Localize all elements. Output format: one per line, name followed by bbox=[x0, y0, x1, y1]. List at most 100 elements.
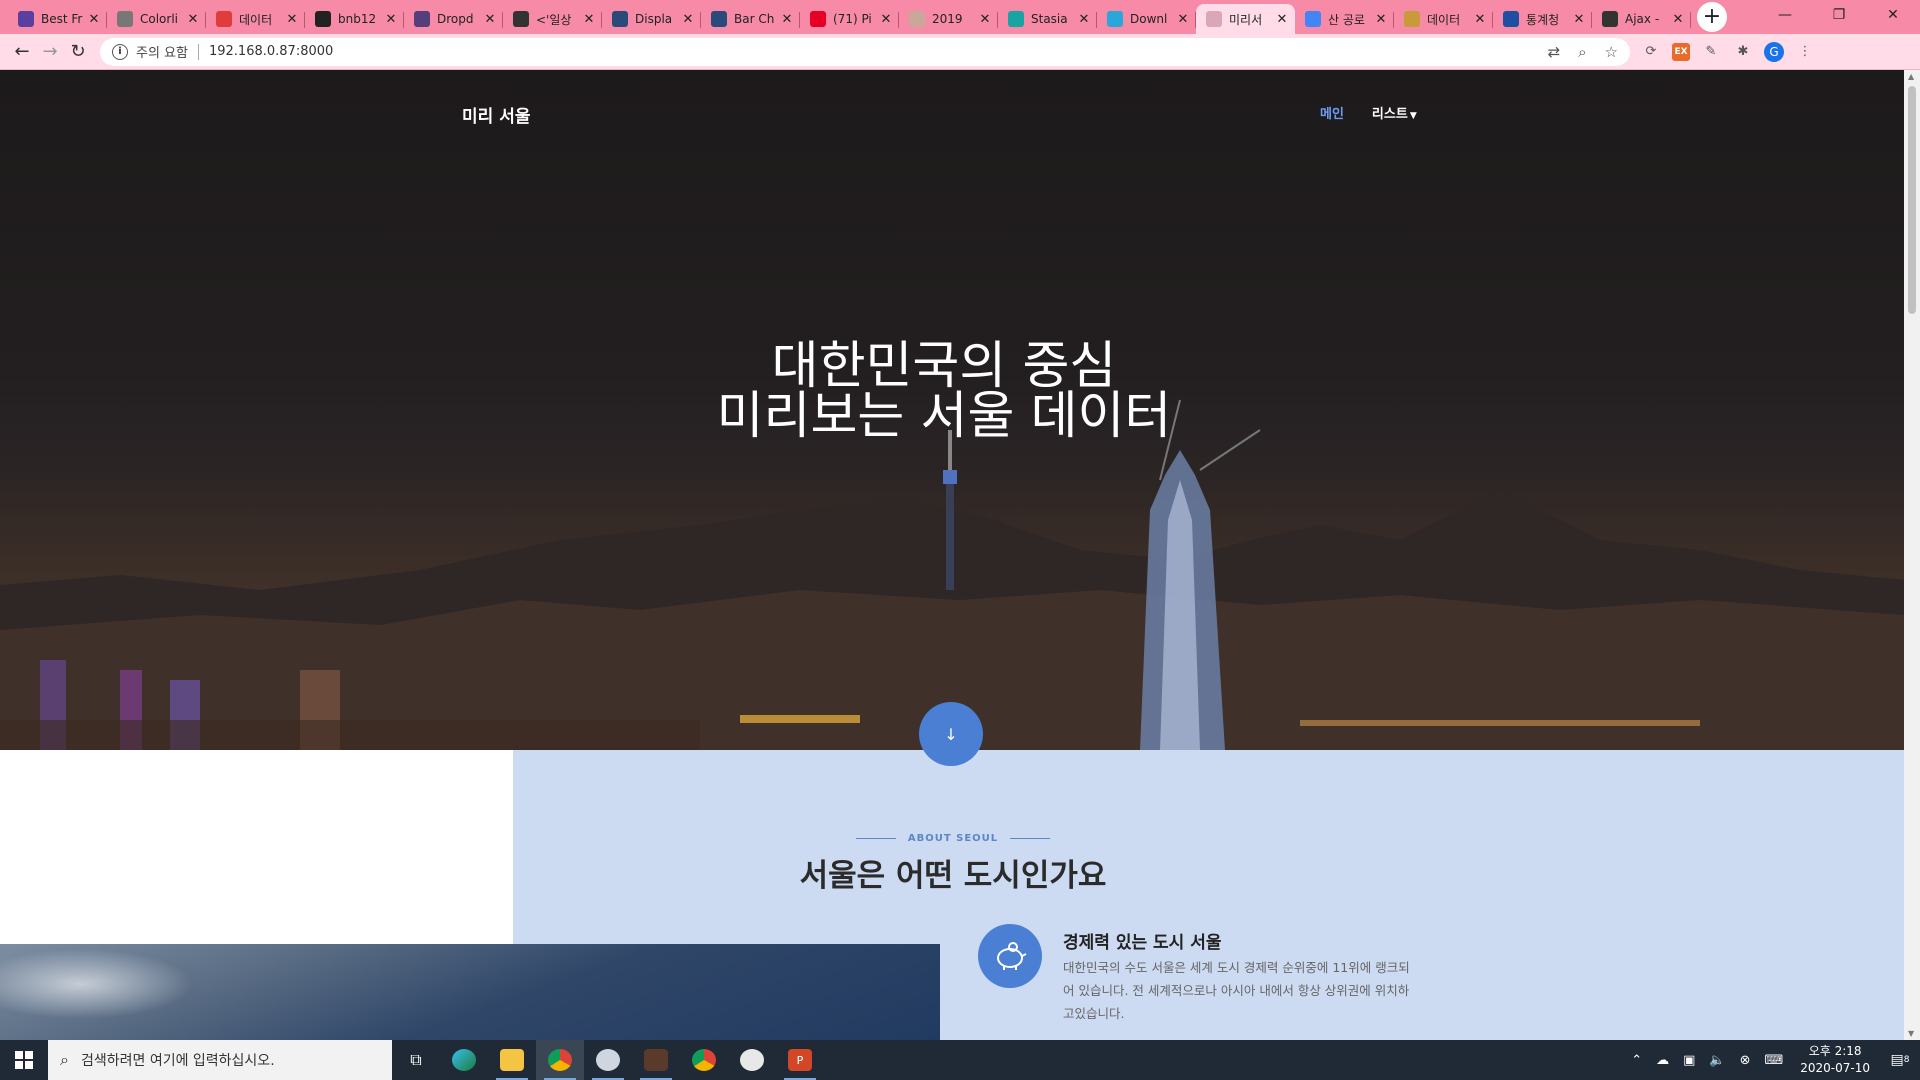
close-tab-icon[interactable]: ✕ bbox=[780, 12, 794, 27]
minimize-icon[interactable]: — bbox=[1758, 0, 1812, 30]
menu-kebab-icon[interactable]: ⋮ bbox=[1794, 41, 1816, 63]
browser-tab[interactable]: Best Fr ✕ bbox=[8, 4, 107, 34]
browser-tab[interactable]: Displa ✕ bbox=[602, 4, 701, 34]
close-tab-icon[interactable]: ✕ bbox=[1275, 12, 1289, 27]
taskbar-search[interactable]: ⌕ 검색하려면 여기에 입력하십시오. bbox=[48, 1040, 392, 1080]
bookmark-star-icon[interactable]: ☆ bbox=[1605, 43, 1618, 61]
browser-tab[interactable]: Dropd ✕ bbox=[404, 4, 503, 34]
onedrive-icon[interactable]: ☁ bbox=[1656, 1053, 1669, 1068]
scroll-up-icon[interactable]: ▲ bbox=[1908, 72, 1914, 81]
close-tab-icon[interactable]: ✕ bbox=[1077, 12, 1091, 27]
browser-tab[interactable]: bnb12 ✕ bbox=[305, 4, 404, 34]
close-tab-icon[interactable]: ✕ bbox=[1572, 12, 1586, 27]
scrollbar-thumb[interactable] bbox=[1908, 86, 1916, 314]
about-title: 서울은 어떤 도시인가요 bbox=[799, 858, 1107, 894]
globe-icon bbox=[1008, 11, 1024, 27]
tab-list: Best Fr ✕ Colorli ✕ 데이터 ✕ bnb12 ✕ Dropd ✕ <'일상 ✕ Dis… bbox=[8, 4, 1691, 34]
site-brand[interactable]: 미리 서울 bbox=[462, 102, 530, 127]
wikipedia-icon bbox=[1602, 11, 1618, 27]
close-tab-icon[interactable]: ✕ bbox=[879, 12, 893, 27]
close-tab-icon[interactable]: ✕ bbox=[1671, 12, 1685, 27]
close-tab-icon[interactable]: ✕ bbox=[285, 12, 299, 27]
browser-tab[interactable]: (71) Pi ✕ bbox=[800, 4, 899, 34]
browser-tab[interactable]: 데이터 ✕ bbox=[206, 4, 305, 34]
browser-tab[interactable]: 산 공로 ✕ bbox=[1295, 4, 1394, 34]
feature-text: 대한민국의 수도 서울은 세계 도시 경제력 순위중에 11위에 랭크되어 있습… bbox=[1063, 960, 1410, 1021]
new-tab-button[interactable]: + bbox=[1697, 2, 1727, 32]
address-bar[interactable]: i 주의 요함 192.168.0.87:8000 ⇄ ⌕ ☆ bbox=[100, 37, 1630, 66]
browser-tab[interactable]: Downl ✕ bbox=[1097, 4, 1196, 34]
korea-icon bbox=[1503, 11, 1519, 27]
browser-tab[interactable]: Bar Ch ✕ bbox=[701, 4, 800, 34]
translate-icon[interactable]: ⇄ bbox=[1548, 43, 1561, 61]
windows-start-icon[interactable] bbox=[0, 1040, 48, 1080]
taskbar-search-placeholder: 검색하려면 여기에 입력하십시오. bbox=[80, 1053, 275, 1069]
about-eyebrow: ABOUT SEOUL bbox=[513, 833, 1393, 844]
restore-icon[interactable]: ❐ bbox=[1812, 0, 1866, 30]
file-explorer-icon[interactable] bbox=[488, 1040, 536, 1080]
bootstrap-icon bbox=[414, 11, 430, 27]
close-tab-icon[interactable]: ✕ bbox=[978, 12, 992, 27]
network-icon[interactable]: ▣ bbox=[1683, 1053, 1695, 1068]
profile-avatar[interactable]: G bbox=[1764, 41, 1784, 62]
feature-title: 경제력 있는 도시 서울 bbox=[1063, 933, 1222, 953]
edge-icon[interactable] bbox=[440, 1040, 488, 1080]
page-scrollbar[interactable]: ▲ ▼ bbox=[1904, 70, 1920, 1040]
back-icon[interactable]: ← bbox=[8, 38, 36, 66]
game-app-icon[interactable] bbox=[632, 1040, 680, 1080]
close-tab-icon[interactable]: ✕ bbox=[1473, 12, 1487, 27]
tab-title: Stasia bbox=[1031, 12, 1068, 26]
powerpoint-icon[interactable]: P bbox=[776, 1040, 824, 1080]
chart-icon bbox=[711, 11, 727, 27]
reload-icon[interactable]: ↻ bbox=[64, 38, 92, 66]
close-window-icon[interactable]: ✕ bbox=[1866, 0, 1920, 30]
app-icon[interactable] bbox=[584, 1040, 632, 1080]
close-tab-icon[interactable]: ✕ bbox=[681, 12, 695, 27]
browser-tab[interactable]: 통계청 ✕ bbox=[1493, 4, 1592, 34]
photos-icon[interactable] bbox=[728, 1040, 776, 1080]
browser-tab[interactable]: Ajax - ✕ bbox=[1592, 4, 1691, 34]
search-icon: ⌕ bbox=[60, 1050, 69, 1069]
browser-tab[interactable]: 데이터 ✕ bbox=[1394, 4, 1493, 34]
google-icon bbox=[1305, 11, 1321, 27]
close-tab-icon[interactable]: ✕ bbox=[1176, 12, 1190, 27]
ime-icon[interactable]: ⌨ bbox=[1764, 1053, 1783, 1068]
color-picker-icon[interactable]: ✎ bbox=[1700, 41, 1722, 63]
close-tab-icon[interactable]: ✕ bbox=[87, 12, 101, 27]
clock-date: 2020-07-10 bbox=[1800, 1061, 1870, 1075]
volume-muted-icon[interactable]: 🔈 bbox=[1709, 1053, 1725, 1068]
chrome-profile-icon[interactable] bbox=[680, 1040, 728, 1080]
scroll-down-icon[interactable]: ▼ bbox=[1908, 1029, 1914, 1038]
scroll-down-button[interactable]: ↓ bbox=[919, 702, 983, 766]
nav-item-main[interactable]: 메인 bbox=[1320, 103, 1344, 122]
chrome-icon[interactable] bbox=[536, 1040, 584, 1080]
browser-tab[interactable]: 2019 ✕ bbox=[899, 4, 998, 34]
extension-icon[interactable]: ⟳ bbox=[1640, 41, 1662, 63]
status-x-icon[interactable]: ⊗ bbox=[1740, 1053, 1751, 1068]
info-icon[interactable]: i bbox=[112, 43, 128, 60]
ex-extension-icon[interactable]: EX bbox=[1672, 42, 1690, 61]
nav-item-list-dropdown[interactable]: 리스트 ▼ bbox=[1372, 103, 1417, 122]
close-tab-icon[interactable]: ✕ bbox=[186, 12, 200, 27]
tab-title: 미리서 bbox=[1229, 12, 1263, 27]
clock[interactable]: 오후 2:18 2020-07-10 bbox=[1800, 1043, 1870, 1077]
forward-icon[interactable]: → bbox=[36, 38, 64, 66]
zoom-icon[interactable]: ⌕ bbox=[1578, 43, 1586, 61]
browser-tab[interactable]: <'일상 ✕ bbox=[503, 4, 602, 34]
task-view-icon[interactable]: ⧉ bbox=[392, 1040, 440, 1080]
notification-icon[interactable]: ▤ 8 bbox=[1880, 1040, 1920, 1080]
close-tab-icon[interactable]: ✕ bbox=[1374, 12, 1388, 27]
tab-title: <'일상 bbox=[536, 12, 572, 27]
browser-tab[interactable]: 미리서 ✕ bbox=[1196, 4, 1295, 34]
browser-tab[interactable]: Stasia ✕ bbox=[998, 4, 1097, 34]
puzzle-icon bbox=[1404, 11, 1420, 27]
tab-title: Displa bbox=[635, 12, 673, 26]
browser-tab[interactable]: Colorli ✕ bbox=[107, 4, 206, 34]
close-tab-icon[interactable]: ✕ bbox=[582, 12, 596, 27]
tab-title: Downl bbox=[1130, 12, 1168, 26]
tray-chevron-icon[interactable]: ⌃ bbox=[1631, 1053, 1642, 1068]
url-text[interactable]: 192.168.0.87:8000 bbox=[209, 44, 1530, 59]
close-tab-icon[interactable]: ✕ bbox=[384, 12, 398, 27]
close-tab-icon[interactable]: ✕ bbox=[483, 12, 497, 27]
extensions-puzzle-icon[interactable]: ✱ bbox=[1732, 41, 1754, 63]
